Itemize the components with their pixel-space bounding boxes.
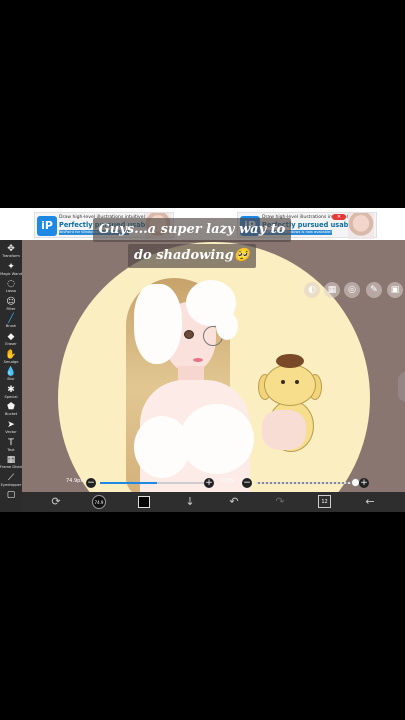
side-panel-handle[interactable] xyxy=(398,372,405,402)
tool-lasso[interactable]: ◌ Lasso xyxy=(0,279,22,295)
bucket-icon: ⬟ xyxy=(7,402,15,413)
caption-line-2: do shadowing🥺 xyxy=(127,244,257,268)
tool-label: Frame Divider xyxy=(0,465,26,470)
tool-label: Text xyxy=(7,447,15,452)
ad-illustration xyxy=(348,213,374,239)
tool-blur[interactable]: 💧 Blur xyxy=(0,367,22,383)
tool-label: Lasso xyxy=(5,289,17,294)
layers-button[interactable]: 12 xyxy=(318,495,331,508)
tool-label: Smudge xyxy=(3,359,19,364)
brush-size-label: 74.9px xyxy=(66,478,84,484)
color-swatch[interactable] xyxy=(138,496,150,508)
vector-icon: ➤ xyxy=(7,420,15,430)
tool-eyedropper[interactable]: ⟋ Eyedropper xyxy=(0,473,22,489)
tool-filter[interactable]: ☺ Filter xyxy=(0,297,22,313)
artwork-hand xyxy=(262,410,306,450)
mask-blob xyxy=(180,404,254,474)
tool-magic-wand[interactable]: ✦ Magic Wand xyxy=(0,262,22,278)
tool-label: Vector xyxy=(5,430,17,434)
artwork-eye xyxy=(184,330,194,339)
eyedropper-icon: ⟋ xyxy=(7,472,15,483)
edit-icon[interactable]: ✎ xyxy=(366,282,382,298)
tool-label: Bucket xyxy=(4,412,18,417)
tool-bucket[interactable]: ⬟ Bucket xyxy=(0,402,22,418)
brush-preview[interactable]: 74.9 xyxy=(92,495,106,509)
opacity-label: 100% xyxy=(220,478,235,484)
ad-close-icon[interactable]: ✕ xyxy=(332,214,346,220)
tool-label: Special xyxy=(4,394,18,399)
mask-blob xyxy=(216,312,238,340)
eraser-icon: ◆ xyxy=(7,332,15,342)
bottom-toolbar: ⟳ 74.9 ↓ ↶ ↷ 12 ← xyxy=(22,492,405,512)
tool-label: Brush xyxy=(5,324,17,329)
mask-blob xyxy=(134,284,182,364)
tool-label: Blur xyxy=(7,377,15,382)
grid-icon[interactable]: ▦ xyxy=(324,282,340,298)
material-icon[interactable]: ◎ xyxy=(344,282,360,298)
tool-frame-divider[interactable]: ▦ Frame Divider xyxy=(0,455,26,471)
back-arrow-icon[interactable]: ← xyxy=(362,494,378,510)
artwork-pompompurin xyxy=(258,352,322,406)
size-increase-button[interactable]: + xyxy=(204,478,214,488)
tool-brush[interactable]: ╱ Brush xyxy=(0,314,22,330)
opacity-decrease-button[interactable]: − xyxy=(242,478,252,488)
tool-label: Eyedropper xyxy=(0,482,22,487)
opacity-slider[interactable] xyxy=(256,482,356,484)
rotate-canvas-icon[interactable]: ⟳ xyxy=(48,494,64,510)
tool-canvas[interactable]: ▢ xyxy=(0,490,22,506)
tool-smudge[interactable]: ✋ Smudge xyxy=(0,350,22,366)
lasso-icon: ◌ xyxy=(7,279,15,290)
ibispaint-app: iP Draw high-level illustrations intuiti… xyxy=(0,208,405,512)
arrow-down-icon[interactable]: ↓ xyxy=(182,494,198,510)
opacity-increase-button[interactable]: + xyxy=(359,478,369,488)
tool-vector[interactable]: ➤ Vector xyxy=(0,420,22,436)
artwork-lips xyxy=(193,358,203,362)
tool-palette: ✥ Transform ✦ Magic Wand ◌ Lasso ☺ Filter ╱ Brush… xyxy=(0,240,26,512)
gallery-icon[interactable]: ▣ xyxy=(387,282,403,298)
magic-wand-icon: ✦ xyxy=(7,261,15,272)
tool-label: Filter xyxy=(6,306,16,311)
redo-icon[interactable]: ↷ xyxy=(272,494,288,510)
reference-window-icon[interactable]: ◐ xyxy=(304,282,320,298)
size-decrease-button[interactable]: − xyxy=(86,478,96,488)
blur-icon: 💧 xyxy=(5,367,17,378)
brush-icon: ╱ xyxy=(8,314,14,325)
text-icon: T xyxy=(8,437,14,448)
video-caption: Guys...a super lazy way to do shadowing🥺 xyxy=(76,218,308,270)
ibispaint-logo-icon: iP xyxy=(37,216,57,236)
tool-text[interactable]: T Text xyxy=(0,438,22,454)
undo-icon[interactable]: ↶ xyxy=(226,494,242,510)
smudge-icon: ✋ xyxy=(5,349,17,360)
tool-special[interactable]: ✱ Special xyxy=(0,385,22,401)
tool-move[interactable]: ✥ Transform xyxy=(0,244,22,260)
brush-size-slider[interactable] xyxy=(100,482,204,484)
tool-label: Transform xyxy=(2,254,20,258)
drawing-canvas[interactable]: ◐ ▦ ◎ ✎ ▣ xyxy=(22,240,405,496)
filter-icon: ☺ xyxy=(6,296,16,307)
caption-line-1: Guys...a super lazy way to xyxy=(92,218,292,242)
tool-eraser[interactable]: ◆ Eraser xyxy=(0,332,22,348)
canvas-icon: ▢ xyxy=(6,490,16,501)
brush-slider-row: 74.9px − + 100% − + xyxy=(22,474,405,492)
tool-label: Eraser xyxy=(5,342,17,346)
frame-divider-icon: ▦ xyxy=(6,455,16,466)
move-icon: ✥ xyxy=(7,244,15,254)
tool-label: Magic Wand xyxy=(0,271,22,276)
special-icon: ✱ xyxy=(7,384,15,395)
